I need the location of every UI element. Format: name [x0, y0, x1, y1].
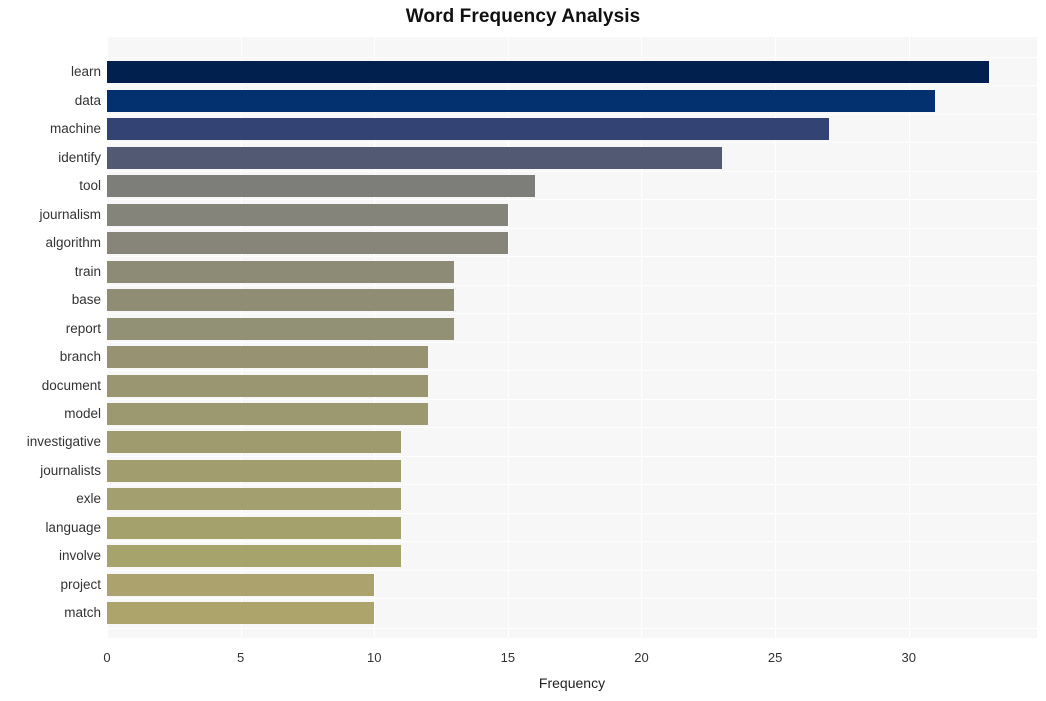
- bar-document[interactable]: [107, 375, 428, 397]
- bar-machine[interactable]: [107, 118, 829, 140]
- gridline-horizontal: [107, 256, 1037, 257]
- bar-report[interactable]: [107, 318, 454, 340]
- bar-learn[interactable]: [107, 61, 989, 83]
- x-tick-label-30: 30: [901, 650, 916, 665]
- bar-tool[interactable]: [107, 175, 535, 197]
- bar-branch[interactable]: [107, 346, 428, 368]
- y-tick-label-project: project: [60, 577, 101, 592]
- gridline-horizontal: [107, 628, 1037, 629]
- gridline-horizontal: [107, 57, 1037, 58]
- gridline-vertical: [908, 37, 910, 638]
- gridline-horizontal: [107, 342, 1037, 343]
- bar-match[interactable]: [107, 602, 374, 624]
- gridline-horizontal: [107, 199, 1037, 200]
- gridline-horizontal: [107, 427, 1037, 428]
- gridline-horizontal: [107, 456, 1037, 457]
- gridline-horizontal: [107, 570, 1037, 571]
- gridline-horizontal: [107, 313, 1037, 314]
- gridline-horizontal: [107, 85, 1037, 86]
- y-tick-label-exle: exle: [76, 491, 101, 506]
- gridline-horizontal: [107, 513, 1037, 514]
- gridline-horizontal: [107, 370, 1037, 371]
- bar-project[interactable]: [107, 574, 374, 596]
- bar-model[interactable]: [107, 403, 428, 425]
- y-tick-label-train: train: [74, 264, 101, 279]
- gridline-horizontal: [107, 228, 1037, 229]
- chart-title: Word Frequency Analysis: [405, 6, 641, 27]
- x-tick-label-25: 25: [767, 650, 783, 665]
- y-tick-label-identify: identify: [58, 150, 101, 165]
- x-tick-label-20: 20: [634, 650, 649, 665]
- bar-journalism[interactable]: [107, 204, 508, 226]
- y-tick-label-investigative: investigative: [26, 434, 101, 449]
- y-tick-label-report: report: [65, 321, 101, 336]
- y-tick-label-document: document: [41, 378, 101, 393]
- x-axis-title: Frequency: [538, 675, 606, 691]
- y-tick-label-match: match: [64, 605, 101, 620]
- y-axis: learn data machine identify tool journalism al…: [0, 37, 101, 638]
- gridline-horizontal: [107, 285, 1037, 286]
- y-tick-label-involve: involve: [58, 548, 101, 563]
- y-tick-label-model: model: [64, 406, 101, 421]
- word-frequency-chart: Word Frequency Analysis learn data machine…: [0, 0, 1046, 701]
- x-tick-label-10: 10: [367, 650, 382, 665]
- gridline-horizontal: [107, 114, 1037, 115]
- gridline-horizontal: [107, 142, 1037, 143]
- gridline-horizontal: [107, 171, 1037, 172]
- y-tick-label-algorithm: algorithm: [45, 235, 101, 250]
- y-tick-label-base: base: [71, 292, 101, 307]
- gridline-horizontal: [107, 541, 1037, 542]
- x-tick-label-0: 0: [103, 650, 111, 665]
- y-tick-label-language: language: [45, 520, 101, 535]
- bar-language[interactable]: [107, 517, 401, 539]
- y-tick-label-tool: tool: [79, 178, 101, 193]
- bar-involve[interactable]: [107, 545, 401, 567]
- gridline-horizontal: [107, 399, 1037, 400]
- y-tick-label-data: data: [74, 93, 101, 108]
- x-axis: Frequency 0 5 10 15 20 25 30: [0, 638, 1046, 701]
- y-tick-label-journalists: journalists: [40, 463, 101, 478]
- bar-algorithm[interactable]: [107, 232, 508, 254]
- bar-data[interactable]: [107, 90, 935, 112]
- bar-base[interactable]: [107, 289, 454, 311]
- bar-identify[interactable]: [107, 147, 722, 169]
- x-tick-label-15: 15: [500, 650, 516, 665]
- bar-investigative[interactable]: [107, 431, 401, 453]
- plot-area: [107, 37, 1037, 638]
- bar-exle[interactable]: [107, 488, 401, 510]
- y-tick-label-branch: branch: [59, 349, 101, 364]
- gridline-horizontal: [107, 598, 1037, 599]
- bar-journalists[interactable]: [107, 460, 401, 482]
- gridline-horizontal: [107, 484, 1037, 485]
- y-tick-label-journalism: journalism: [39, 207, 101, 222]
- bar-train[interactable]: [107, 261, 454, 283]
- x-tick-label-5: 5: [236, 650, 245, 665]
- y-tick-label-learn: learn: [70, 64, 101, 79]
- y-tick-label-machine: machine: [49, 121, 101, 136]
